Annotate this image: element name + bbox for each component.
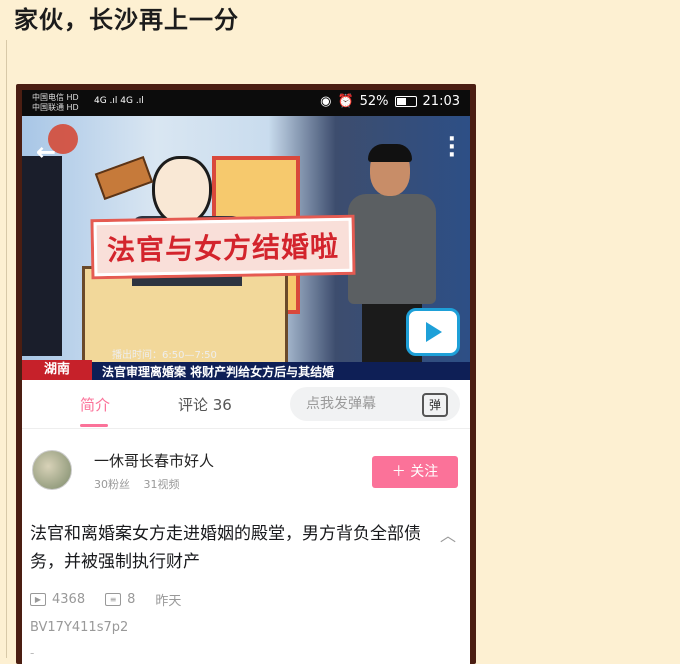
carrier-label: 中国电信 HD [32,93,79,102]
play-count-icon: ▶ [30,593,46,606]
tab-intro[interactable]: 简介 [80,394,110,415]
video-player[interactable]: 法官与女方结婚啦 播出时间：6:50—7:50 湖南 法官审理离婚案 将财产判给… [22,116,470,380]
danmaku-toggle[interactable]: 弹 [410,387,460,421]
uploader-stats: 30粉丝 31视频 [94,476,190,492]
signal-icon: 4G .ıl 4G .ıl [94,96,144,106]
video-count: 31视频 [143,478,180,491]
battery-percent: 52% [359,94,389,109]
broadcast-time: 播出时间：6:50—7:50 [112,350,217,361]
chevron-up-icon[interactable]: ︿ [440,522,456,546]
post-title: 家伙，长沙再上一分 [14,6,239,34]
danmaku-icon: 弹 [422,393,448,417]
status-bar: 中国电信 HD 中国联通 HD 4G .ıl 4G .ıl ◉ ⏰ 52% 21… [22,90,470,116]
battery-icon [394,96,417,107]
video-caption: 法官与女方结婚啦 [93,217,353,277]
tab-bar: 简介 评论 36 点我发弹幕 弹 [22,380,470,429]
uploader-row: 一休哥长春市好人 30粉丝 31视频 ＋ 关注 [22,430,470,500]
tab-comments[interactable]: 评论 36 [178,394,232,415]
bvid: BV17Y411s7p2 [30,620,129,635]
danmaku-count-icon: ≡ [105,593,122,606]
video-scene [22,156,62,356]
alarm-icon: ⏰ [337,94,354,109]
divider [6,40,7,658]
tab-indicator [80,424,108,427]
uploader-name[interactable]: 一休哥长春市好人 [94,450,214,471]
upload-date: 昨天 [155,594,182,609]
gavel-icon [94,155,154,201]
video-scene [152,156,212,226]
fans-count: 30粉丝 [94,478,130,491]
status-right: ◉ ⏰ 52% 21:03 [320,94,460,109]
danmaku-input[interactable]: 点我发弹幕 [290,387,410,421]
eye-icon: ◉ [320,94,332,109]
video-meta: ▶ 4368 ≡ 8 昨天 [30,590,181,609]
lower-third-text: 法官审理离婚案 将财产判给女方后与其结婚 [102,365,335,379]
danmaku-count: 8 [127,592,136,607]
view-count: 4368 [52,592,86,607]
follow-button[interactable]: ＋ 关注 [372,456,458,488]
video-title: 法官和离婚案女方走进婚姻的殿堂，男方背负全部债务，并被强制执行财产 [30,524,421,572]
carrier-label: 中国联通 HD [32,103,79,112]
lower-third-label: 湖南 [22,360,92,380]
clock: 21:03 [422,94,460,109]
phone-screenshot: 中国电信 HD 中国联通 HD 4G .ıl 4G .ıl ◉ ⏰ 52% 21… [16,84,476,664]
app-screen: 中国电信 HD 中国联通 HD 4G .ıl 4G .ıl ◉ ⏰ 52% 21… [22,90,470,664]
avatar[interactable] [32,450,72,490]
back-arrow-icon[interactable]: ← [36,138,56,166]
play-button[interactable] [406,308,460,356]
more-vertical-icon[interactable]: · · · [448,129,456,167]
